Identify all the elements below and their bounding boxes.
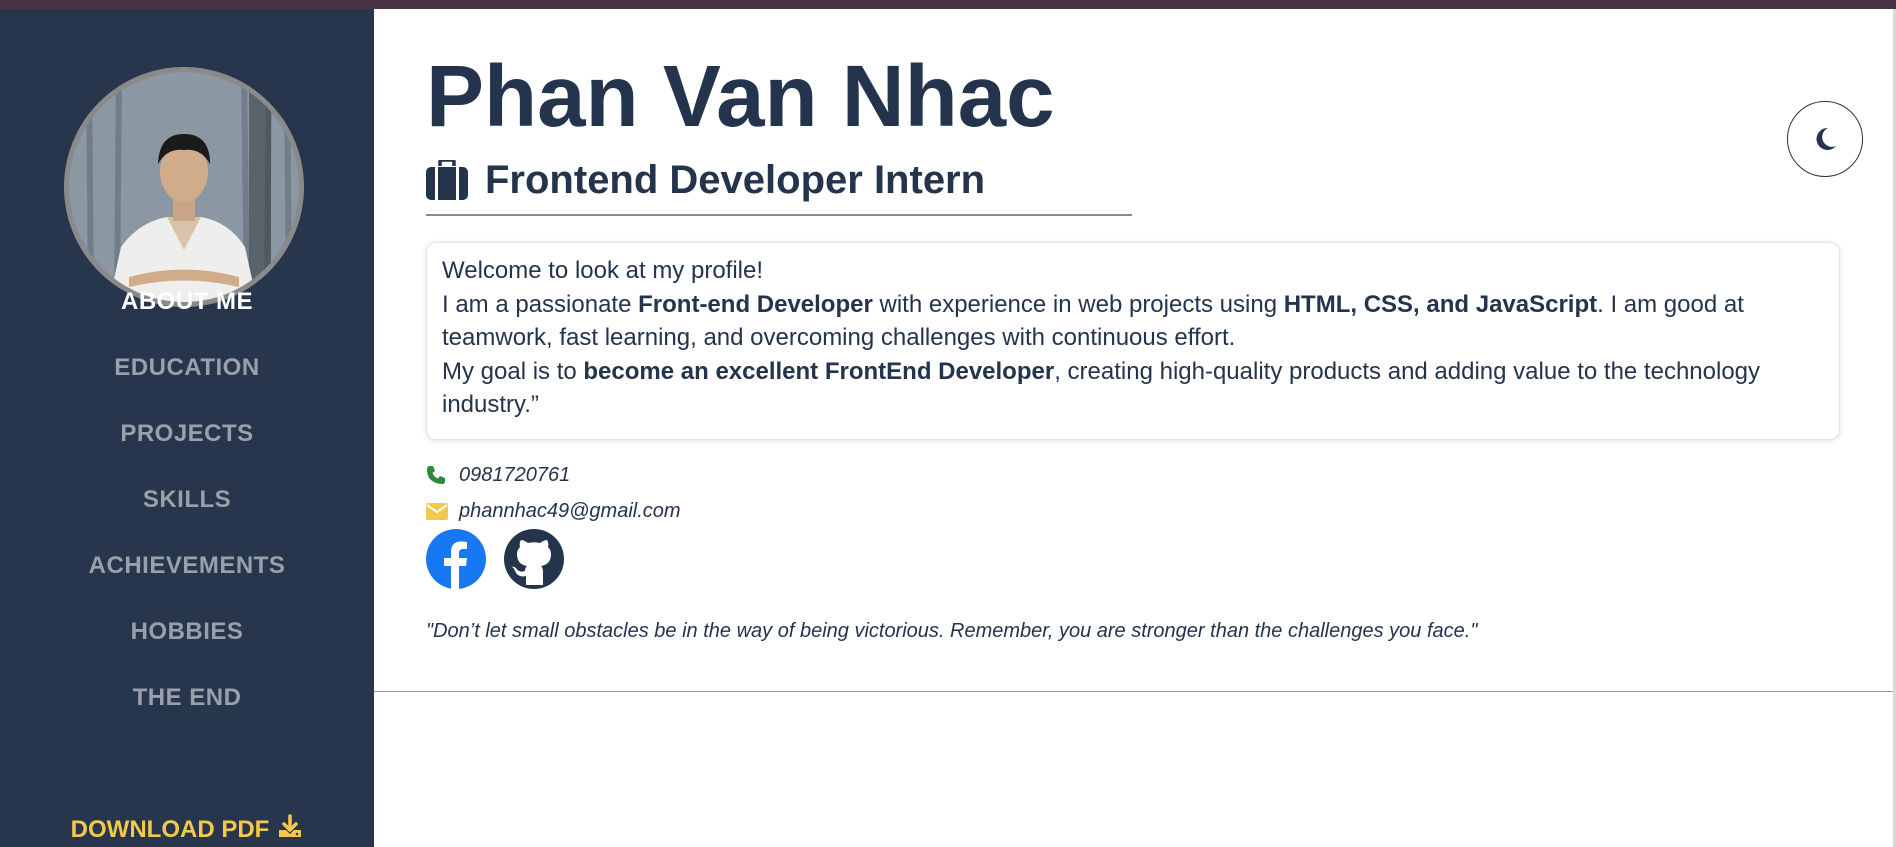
section-divider (374, 691, 1893, 692)
github-link[interactable] (504, 529, 564, 589)
about-card: Welcome to look at my profile! I am a pa… (426, 242, 1840, 440)
facebook-icon (426, 529, 486, 589)
download-icon (279, 814, 302, 837)
sidebar: ABOUT ME EDUCATION PROJECTS SKILLS ACHIE… (0, 9, 374, 847)
sidebar-item-achievements[interactable]: ACHIEVEMENTS (0, 552, 374, 580)
email-contact[interactable]: phannhac49@gmail.com (426, 496, 681, 526)
sidebar-item-about-me[interactable]: ABOUT ME (0, 288, 374, 316)
github-icon (504, 529, 564, 589)
download-pdf-button[interactable]: DOWNLOAD PDF (0, 814, 374, 844)
page-title: Phan Van Nhac (426, 48, 1055, 145)
profile-photo (69, 72, 299, 302)
phone-contact[interactable]: 0981720761 (426, 460, 570, 490)
theme-toggle-button[interactable] (1787, 101, 1863, 177)
moon-icon (1816, 127, 1836, 150)
phone-icon (426, 465, 459, 485)
sidebar-item-hobbies[interactable]: HOBBIES (0, 618, 374, 646)
about-paragraph-2: My goal is to become an excellent FrontE… (442, 357, 1761, 419)
email-address: phannhac49@gmail.com (459, 499, 681, 522)
quote-text: "Don’t let small obstacles be in the way… (426, 620, 1478, 642)
sidebar-item-the-end[interactable]: THE END (0, 684, 374, 712)
avatar (64, 67, 304, 307)
download-pdf-label: DOWNLOAD PDF (70, 816, 270, 843)
sidebar-item-skills[interactable]: SKILLS (0, 486, 374, 514)
briefcase-icon (426, 160, 468, 200)
sidebar-item-education[interactable]: EDUCATION (0, 354, 374, 382)
phone-number: 0981720761 (459, 463, 571, 486)
main-content: Phan Van Nhac Frontend Developer Intern … (374, 9, 1896, 847)
about-paragraph-1: I am a passionate Front-end Developer wi… (442, 290, 1744, 352)
envelope-icon (426, 502, 459, 520)
about-welcome: Welcome to look at my profile! (442, 257, 764, 284)
top-strip (0, 0, 1896, 9)
role-text: Frontend Developer Intern (485, 157, 986, 202)
sidebar-item-projects[interactable]: PROJECTS (0, 420, 374, 448)
role-heading: Frontend Developer Intern (426, 157, 985, 203)
facebook-link[interactable] (426, 529, 486, 589)
role-divider (426, 214, 1132, 216)
